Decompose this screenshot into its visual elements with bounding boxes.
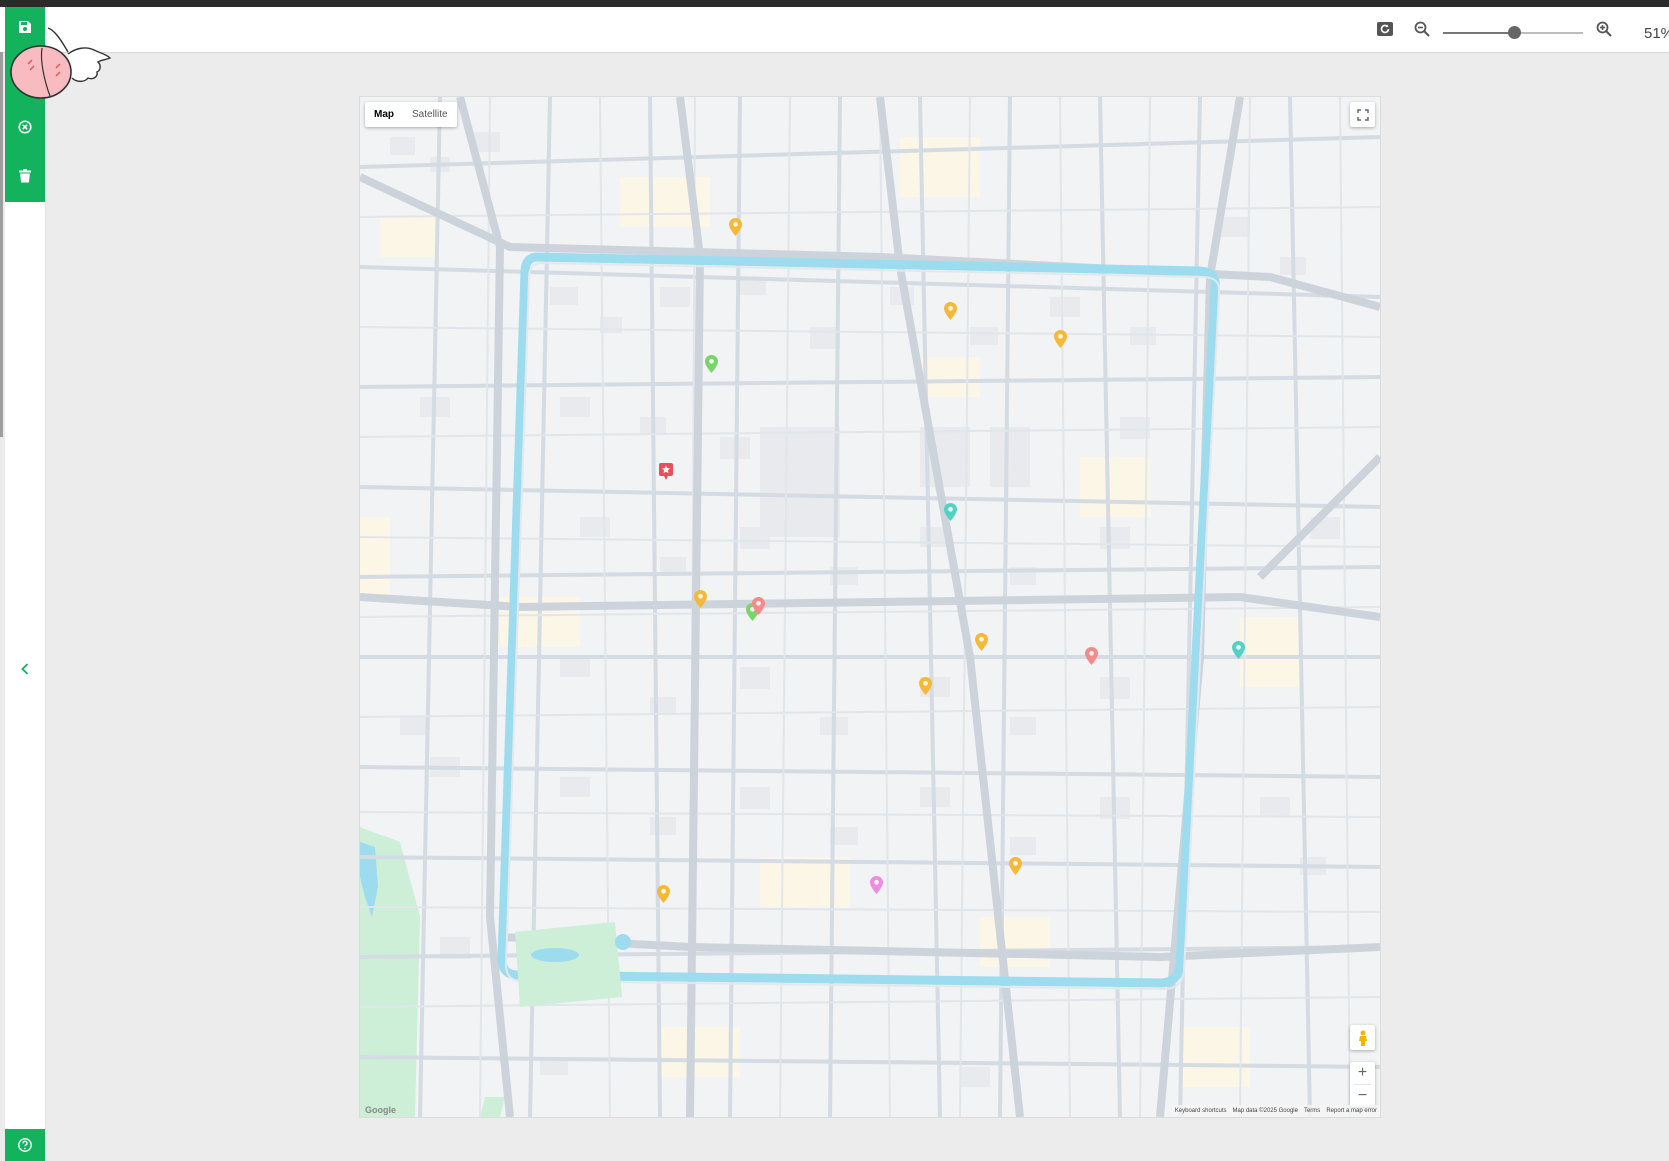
- map-pin-icon[interactable]: [705, 355, 718, 373]
- sidebar: [5, 7, 46, 1161]
- close-circle-icon[interactable]: [15, 117, 35, 137]
- help-icon[interactable]: [5, 1129, 45, 1161]
- toolbar: 51%: [0, 7, 1669, 53]
- map-pin-icon[interactable]: [1232, 641, 1245, 659]
- map-pin-icon[interactable]: [919, 677, 932, 695]
- zoom-slider[interactable]: [1443, 26, 1583, 39]
- map-view[interactable]: Map Satellite + − Google Keyboard shortc…: [360, 97, 1380, 1117]
- keyboard-shortcuts-link[interactable]: Keyboard shortcuts: [1175, 1108, 1227, 1114]
- map-pin-icon[interactable]: [752, 597, 765, 615]
- fullscreen-icon[interactable]: [1350, 102, 1375, 127]
- map-base-layer: [360, 97, 1380, 1117]
- sidebar-actions: [5, 7, 45, 202]
- map-pin-icon[interactable]: [1009, 857, 1022, 875]
- map-type-satellite-button[interactable]: Satellite: [403, 102, 457, 127]
- map-type-map-button[interactable]: Map: [365, 102, 403, 127]
- zoom-in-icon[interactable]: [1592, 17, 1616, 41]
- window-top-strip: [0, 0, 1669, 7]
- chevron-left-icon[interactable]: [17, 657, 33, 681]
- map-pin-icon[interactable]: [870, 876, 883, 894]
- map-zoom-out-button[interactable]: −: [1350, 1085, 1375, 1107]
- map-pin-icon[interactable]: [944, 302, 957, 320]
- map-pin-icon[interactable]: [1054, 330, 1067, 348]
- report-error-link[interactable]: Report a map error: [1326, 1108, 1377, 1114]
- map-data-credit: Map data ©2025 Google: [1232, 1108, 1298, 1114]
- save-icon[interactable]: [15, 17, 35, 37]
- rotate-icon[interactable]: [1373, 17, 1397, 41]
- map-type-control: Map Satellite: [365, 102, 457, 127]
- street-view-pegman-icon[interactable]: [1350, 1025, 1375, 1050]
- zoom-percentage: 51%: [1644, 25, 1669, 42]
- zoom-out-icon[interactable]: [1410, 17, 1434, 41]
- map-pin-icon[interactable]: [975, 633, 988, 651]
- map-pin-icon[interactable]: [729, 218, 742, 236]
- map-pin-icon[interactable]: [657, 885, 670, 903]
- zoom-slider-handle[interactable]: [1508, 26, 1522, 39]
- terms-link[interactable]: Terms: [1304, 1108, 1320, 1114]
- starred-place-icon[interactable]: [659, 463, 673, 481]
- map-pin-icon[interactable]: [944, 503, 957, 521]
- google-logo: Google: [365, 1105, 396, 1115]
- map-pin-icon[interactable]: [694, 590, 707, 608]
- map-zoom-in-button[interactable]: +: [1350, 1062, 1375, 1084]
- map-pin-icon[interactable]: [1085, 647, 1098, 665]
- zoom-slider-fill: [1443, 32, 1515, 34]
- map-zoom-control: + −: [1350, 1062, 1375, 1107]
- map-attribution: Keyboard shortcuts Map data ©2025 Google…: [1171, 1105, 1380, 1117]
- window-edge: [0, 52, 3, 437]
- trash-icon[interactable]: [15, 166, 35, 186]
